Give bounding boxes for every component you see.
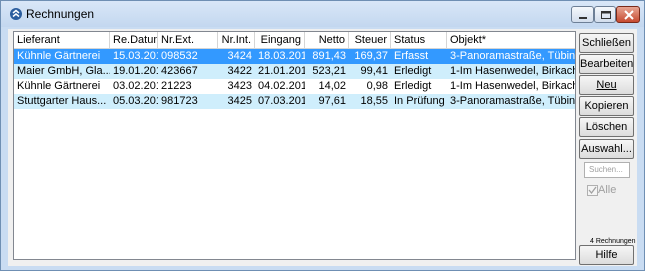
column-header-nr-ext[interactable]: Nr.Ext.: [158, 32, 218, 48]
table-cell-status: Erledigt: [394, 65, 432, 77]
table-cell-lieferant: Kühnle Gärtnerei: [17, 50, 101, 62]
table-cell-netto: 14,02: [318, 80, 346, 92]
column-header-re-datum[interactable]: Re.Datum: [110, 32, 158, 48]
table-cell-steuer: 169,37: [354, 50, 388, 62]
title-bar[interactable]: Rechnungen: [1, 1, 644, 27]
record-count: 4 Rechnungen: [590, 238, 636, 245]
table-cell-status: Erledigt: [394, 80, 432, 92]
table-cell-steuer: 99,41: [360, 65, 388, 77]
column-header-status[interactable]: Status: [391, 32, 447, 48]
column-header-netto[interactable]: Netto: [305, 32, 349, 48]
table-cell-eingang: 04.02.201: [258, 80, 305, 92]
search-input[interactable]: Suchen...: [584, 162, 630, 178]
table-cell-re-datum: 05.03.2016: [113, 95, 158, 107]
table-cell-lieferant: Maier GmbH, Gla...: [17, 65, 110, 77]
table-cell-steuer: 0,98: [366, 80, 388, 92]
table-cell-nr-int: 3424: [227, 50, 252, 62]
hilfe-button[interactable]: Hilfe: [579, 245, 634, 265]
bearbeiten-button[interactable]: Bearbeiten: [579, 54, 634, 74]
table-cell-eingang: 07.03.201: [258, 95, 305, 107]
table-cell-objekt: 1-Im Hasenwedel, Birkach: [450, 80, 575, 92]
minimize-icon: [579, 17, 587, 19]
kopieren-button[interactable]: Kopieren: [579, 96, 634, 116]
client-area: Lieferant Re.Datum Nr.Ext. Nr.Int. Einga…: [8, 29, 637, 266]
column-header-lieferant[interactable]: Lieferant: [14, 32, 110, 48]
alle-checkbox[interactable]: [587, 185, 598, 196]
table-cell-eingang: 18.03.201: [258, 50, 305, 62]
rechnungen-window: Rechnungen Lieferant Re.Datum Nr.Ext. Nr…: [0, 0, 645, 271]
invoice-table[interactable]: Lieferant Re.Datum Nr.Ext. Nr.Int. Einga…: [13, 31, 576, 260]
column-header-steuer[interactable]: Steuer: [349, 32, 391, 48]
schliessen-button[interactable]: Schließen: [579, 33, 634, 53]
maximize-button[interactable]: [594, 6, 616, 23]
table-row[interactable]: Stuttgarter Haus... 05.03.2016981723 3425 0…: [14, 94, 575, 109]
table-cell-objekt: 1-Im Hasenwedel, Birkach: [450, 65, 575, 77]
alle-label: Alle: [598, 184, 617, 196]
table-cell-eingang: 21.01.201: [258, 65, 305, 77]
table-cell-netto: 97,61: [318, 95, 346, 107]
table-cell-nr-ext: 098532: [161, 50, 198, 62]
table-cell-re-datum: 19.01.2016: [113, 65, 158, 77]
maximize-icon: [601, 11, 611, 19]
table-cell-steuer: 18,55: [360, 95, 388, 107]
window-title: Rechnungen: [26, 7, 95, 21]
table-cell-status: Erfasst: [394, 50, 429, 62]
auswahl-button[interactable]: Auswahl...: [579, 139, 634, 159]
table-cell-nr-ext: 21223: [161, 80, 192, 92]
table-header: Lieferant Re.Datum Nr.Ext. Nr.Int. Einga…: [14, 32, 575, 49]
checkmark-icon: [588, 186, 597, 195]
table-row[interactable]: Kühnle Gärtnerei 03.02.201621223 3423 04.02…: [14, 79, 575, 94]
table-cell-nr-ext: 981723: [161, 95, 198, 107]
table-row[interactable]: Maier GmbH, Gla...19.01.2016423667 3422 21…: [14, 64, 575, 79]
neu-button[interactable]: Neu: [579, 75, 634, 95]
table-cell-nr-int: 3425: [227, 95, 252, 107]
close-icon: [624, 10, 634, 20]
table-cell-lieferant: Stuttgarter Haus...: [17, 95, 107, 107]
table-cell-re-datum: 15.03.2016: [113, 50, 158, 62]
close-button[interactable]: [616, 6, 640, 23]
column-header-nr-int[interactable]: Nr.Int.: [218, 32, 255, 48]
table-cell-nr-int: 3423: [227, 80, 252, 92]
table-cell-netto: 523,21: [312, 65, 346, 77]
table-row[interactable]: Kühnle Gärtnerei 15.03.2016098532 3424 18.0…: [14, 49, 575, 64]
table-cell-nr-ext: 423667: [161, 65, 198, 77]
table-cell-lieferant: Kühnle Gärtnerei: [17, 80, 101, 92]
table-cell-nr-int: 3422: [227, 65, 252, 77]
minimize-button[interactable]: [571, 6, 594, 23]
table-cell-re-datum: 03.02.2016: [113, 80, 158, 92]
column-header-eingang[interactable]: Eingang: [255, 32, 305, 48]
column-header-objekt[interactable]: Objekt*: [447, 32, 575, 48]
table-cell-netto: 891,43: [312, 50, 346, 62]
table-cell-objekt: 3-Panoramastraße, Tübingen: [450, 50, 575, 62]
app-chevron-icon: [10, 8, 22, 20]
table-cell-status: In Prüfung: [394, 95, 445, 107]
table-cell-objekt: 3-Panoramastraße, Tübingen: [450, 95, 575, 107]
loeschen-button[interactable]: Löschen: [579, 117, 634, 137]
